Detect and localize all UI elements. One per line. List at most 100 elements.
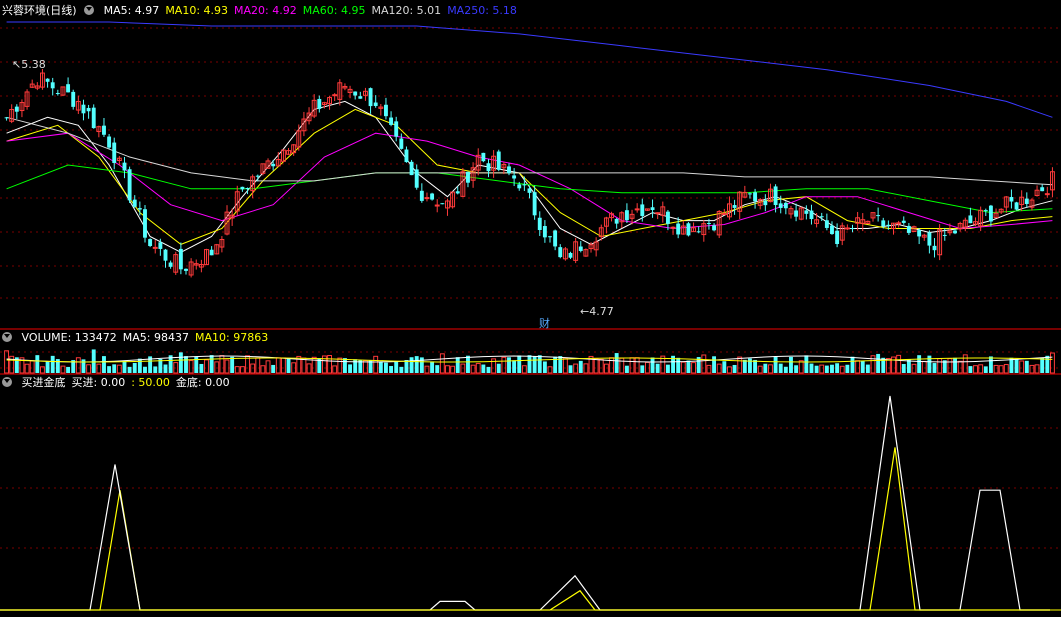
volume-bar xyxy=(107,366,112,373)
candle xyxy=(968,207,973,224)
candle-body xyxy=(209,249,214,256)
volume-bar xyxy=(578,360,583,373)
volume-bar xyxy=(839,365,845,374)
candle-body xyxy=(778,203,783,208)
volume-bar xyxy=(993,364,999,374)
volume-bar xyxy=(439,353,445,374)
candle-body xyxy=(440,203,445,205)
candle xyxy=(24,89,30,110)
candle xyxy=(178,242,183,275)
candle xyxy=(1049,167,1055,198)
candle-body xyxy=(721,213,727,216)
candle-body xyxy=(686,223,691,236)
volume-bar xyxy=(973,365,978,374)
candle-body xyxy=(1014,202,1019,210)
candle-body xyxy=(1040,187,1045,192)
volume-bar xyxy=(112,364,117,373)
volume-bar xyxy=(275,357,281,374)
candle-body xyxy=(665,211,670,224)
candle-body xyxy=(819,216,824,218)
volume-bar xyxy=(845,364,850,373)
candle xyxy=(184,268,188,275)
candle xyxy=(839,222,845,246)
volume-bar xyxy=(199,363,204,373)
candle xyxy=(906,222,911,235)
volume-bar xyxy=(153,366,158,373)
volume-bar xyxy=(998,365,1004,374)
volume-bar xyxy=(1045,355,1050,373)
volume-bar xyxy=(896,354,902,374)
candle xyxy=(583,248,589,257)
volume-bar xyxy=(455,357,460,373)
candle-body xyxy=(317,98,322,109)
candle-body xyxy=(850,228,855,230)
candle xyxy=(9,104,15,124)
volume-bar xyxy=(763,363,768,373)
candle-body xyxy=(917,230,922,237)
stock-chart[interactable] xyxy=(0,0,1061,617)
volume-bar xyxy=(96,363,102,374)
candle xyxy=(496,149,501,172)
settings-circle-icon[interactable] xyxy=(84,5,95,15)
candle xyxy=(1003,196,1009,213)
candle xyxy=(332,93,338,102)
candle xyxy=(240,186,245,192)
candle xyxy=(962,217,968,232)
candle xyxy=(311,94,317,119)
candle-body xyxy=(466,171,470,183)
volume-bar xyxy=(691,362,697,374)
candle xyxy=(794,203,799,222)
candle xyxy=(450,191,456,209)
candle-body xyxy=(399,138,404,149)
volume-bar xyxy=(773,356,778,373)
candle-body xyxy=(522,184,527,186)
candle-body xyxy=(409,161,414,176)
candle-body xyxy=(71,91,76,107)
candle xyxy=(434,199,440,213)
volume-bar xyxy=(214,361,220,374)
candle-body xyxy=(517,184,522,189)
candle-body xyxy=(512,175,517,179)
volume-bar xyxy=(204,359,209,374)
candle xyxy=(548,235,552,243)
candle-body xyxy=(394,121,399,137)
volume-bar xyxy=(901,364,906,373)
candle-body xyxy=(676,223,681,235)
volume-bar xyxy=(753,359,758,373)
volume-bar xyxy=(286,358,291,373)
candle xyxy=(921,233,927,241)
candle xyxy=(96,125,102,138)
candle xyxy=(214,243,220,255)
candle-body xyxy=(152,246,158,249)
volume-bar xyxy=(665,364,670,373)
volume-circle-icon[interactable] xyxy=(2,332,12,342)
candle xyxy=(712,223,717,232)
candle xyxy=(198,259,204,273)
candle xyxy=(901,216,906,225)
candle-body xyxy=(419,190,424,201)
candle xyxy=(45,78,50,88)
candle xyxy=(107,133,112,149)
candle-body xyxy=(553,230,558,247)
candle-body xyxy=(844,227,850,230)
candle xyxy=(102,117,106,137)
candle xyxy=(634,203,640,213)
candle xyxy=(34,82,40,91)
indicator-panel-header: 买进金底 买进: 0.00: 50.00 金底: 0.00 xyxy=(2,375,242,391)
volume-bar xyxy=(86,364,92,374)
candle-body xyxy=(271,163,276,167)
candle xyxy=(732,199,737,215)
candle xyxy=(404,146,409,163)
candle xyxy=(655,212,661,220)
indicator-circle-icon[interactable] xyxy=(2,377,12,387)
candle xyxy=(876,207,881,222)
volume-bar xyxy=(66,366,71,373)
finance-event-marker[interactable]: 财 xyxy=(539,315,550,331)
volume-bar xyxy=(614,353,619,373)
candle xyxy=(419,183,424,203)
volume-bar xyxy=(953,357,957,373)
volume-bar xyxy=(701,354,707,374)
volume-bar xyxy=(562,357,568,374)
candle xyxy=(614,217,619,229)
candle xyxy=(650,199,655,218)
